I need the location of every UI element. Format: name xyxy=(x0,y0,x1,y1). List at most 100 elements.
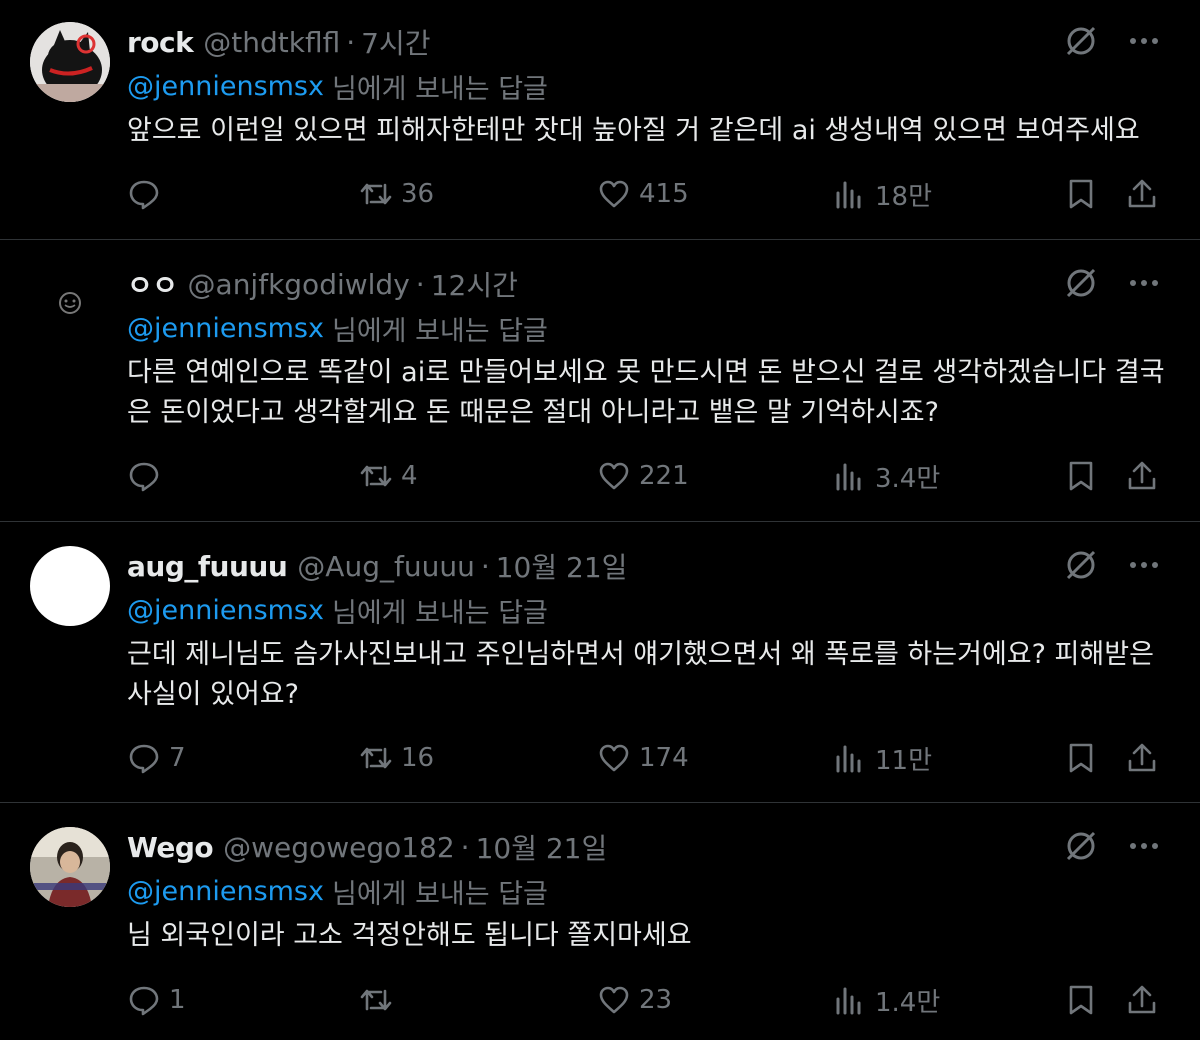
tweet-header: rock @thdtkflfl · 7시간 xyxy=(127,22,430,62)
like-icon xyxy=(599,462,629,490)
like-icon xyxy=(599,744,629,772)
reply-mention-link[interactable]: @jenniensmsx xyxy=(127,876,324,907)
reply-count: 7 xyxy=(169,743,186,773)
grok-icon[interactable] xyxy=(1064,266,1098,300)
views-icon xyxy=(836,181,861,209)
share-icon xyxy=(1128,461,1156,490)
retweet-count: 4 xyxy=(401,461,418,491)
timestamp[interactable]: 10월 21일 xyxy=(496,546,628,586)
avatar-photo-image xyxy=(30,827,110,907)
like-button[interactable]: 174 xyxy=(597,736,689,780)
user-handle[interactable]: @anjfkgodiwldy xyxy=(188,268,410,301)
like-icon xyxy=(599,180,629,208)
replying-to: @jenniensmsx 님에게 보내는 답글 xyxy=(127,871,548,911)
share-button[interactable] xyxy=(1126,454,1158,498)
like-button[interactable]: 23 xyxy=(597,978,672,1022)
reply-button[interactable] xyxy=(127,172,169,216)
timestamp[interactable]: 7시간 xyxy=(361,22,430,62)
tweet-actions: 7 16 174 11만 xyxy=(127,736,1167,780)
like-count: 415 xyxy=(639,179,689,209)
user-handle[interactable]: @Aug_fuuuu xyxy=(297,550,475,583)
display-name[interactable]: rock xyxy=(127,26,194,59)
like-button[interactable]: 415 xyxy=(597,172,689,216)
views-button[interactable]: 18만 xyxy=(833,172,932,216)
reply-mention-link[interactable]: @jenniensmsx xyxy=(127,71,324,102)
grok-icon[interactable] xyxy=(1064,548,1098,582)
retweet-icon xyxy=(360,183,392,205)
share-button[interactable] xyxy=(1126,978,1158,1022)
views-count: 11만 xyxy=(875,745,933,776)
share-button[interactable] xyxy=(1126,172,1158,216)
display-name[interactable]: Wego xyxy=(127,831,214,864)
bookmark-icon xyxy=(1069,461,1093,491)
retweet-icon xyxy=(360,747,392,769)
timestamp[interactable]: 12시간 xyxy=(431,264,518,304)
tweet-text: 앞으로 이런일 있으면 피해자한테만 잣대 높아질 거 같은데 ai 생성내역 … xyxy=(127,115,1140,146)
reply-mention-link[interactable]: @jenniensmsx xyxy=(127,595,324,626)
grok-icon[interactable] xyxy=(1064,829,1098,863)
tweet-top-right-controls xyxy=(1064,548,1160,582)
reply-count: 1 xyxy=(169,985,186,1015)
like-count: 23 xyxy=(639,985,673,1015)
bookmark-icon xyxy=(1069,985,1093,1015)
bookmark-button[interactable] xyxy=(1065,978,1097,1022)
reply-button[interactable]: 7 xyxy=(127,736,186,780)
replying-to: @jenniensmsx 님에게 보내는 답글 xyxy=(127,308,548,348)
user-handle[interactable]: @wegowego182 xyxy=(223,831,455,864)
tweet-actions: 1 23 1.4만 xyxy=(127,978,1167,1022)
views-count: 3.4만 xyxy=(875,463,941,494)
separator-dot: · xyxy=(346,25,356,59)
avatar[interactable] xyxy=(30,546,110,626)
display-name[interactable]: aug_fuuuu xyxy=(127,550,288,583)
like-button[interactable]: 221 xyxy=(597,454,689,498)
retweet-button[interactable]: 4 xyxy=(359,454,418,498)
tweet[interactable]: Wego @wegowego182 · 10월 21일 @jenniensmsx… xyxy=(0,803,1200,1040)
retweet-count: 36 xyxy=(401,179,435,209)
tweet-header: Wego @wegowego182 · 10월 21일 xyxy=(127,827,607,867)
retweet-button[interactable] xyxy=(359,978,401,1022)
tweet[interactable]: ㅇㅇ @anjfkgodiwldy · 12시간 @jenniensmsx 님에… xyxy=(0,240,1200,522)
share-button[interactable] xyxy=(1126,736,1158,780)
grok-icon[interactable] xyxy=(1064,24,1098,58)
bookmark-button[interactable] xyxy=(1065,454,1097,498)
reply-icon xyxy=(129,180,159,210)
tweet[interactable]: rock @thdtkflfl · 7시간 @jenniensmsx 님에게 보… xyxy=(0,0,1200,240)
user-handle[interactable]: @thdtkflfl xyxy=(203,26,340,59)
tweet-top-right-controls xyxy=(1064,829,1160,863)
display-name[interactable]: ㅇㅇ xyxy=(127,264,178,304)
reply-icon xyxy=(129,986,159,1016)
retweet-button[interactable]: 36 xyxy=(359,172,434,216)
timestamp[interactable]: 10월 21일 xyxy=(476,827,608,867)
reply-label: 님에게 보내는 답글 xyxy=(331,597,548,629)
tweet-actions: 36 415 18만 xyxy=(127,172,1167,216)
reply-mention-link[interactable]: @jenniensmsx xyxy=(127,313,324,344)
more-icon[interactable] xyxy=(1128,266,1160,300)
separator-dot: · xyxy=(460,830,470,864)
views-button[interactable]: 3.4만 xyxy=(833,454,940,498)
tweet-header: aug_fuuuu @Aug_fuuuu · 10월 21일 xyxy=(127,546,627,586)
views-button[interactable]: 1.4만 xyxy=(833,978,940,1022)
tweet-actions: 4 221 3.4만 xyxy=(127,454,1167,498)
share-icon xyxy=(1128,985,1156,1014)
reply-button[interactable]: 1 xyxy=(127,978,186,1022)
reply-icon xyxy=(129,744,159,774)
views-count: 18만 xyxy=(875,181,933,212)
reply-button[interactable] xyxy=(127,454,169,498)
tweet[interactable]: aug_fuuuu @Aug_fuuuu · 10월 21일 @jenniens… xyxy=(0,522,1200,803)
views-icon xyxy=(836,463,861,491)
tweet-header: ㅇㅇ @anjfkgodiwldy · 12시간 xyxy=(127,264,518,304)
avatar[interactable] xyxy=(30,262,110,342)
more-icon[interactable] xyxy=(1128,548,1160,582)
avatar[interactable] xyxy=(30,827,110,907)
separator-dot: · xyxy=(480,549,490,583)
avatar[interactable] xyxy=(30,22,110,102)
bookmark-button[interactable] xyxy=(1065,172,1097,216)
views-icon xyxy=(836,987,861,1015)
reply-icon xyxy=(129,462,159,492)
bookmark-button[interactable] xyxy=(1065,736,1097,780)
views-button[interactable]: 11만 xyxy=(833,736,932,780)
more-icon[interactable] xyxy=(1128,24,1160,58)
separator-dot: · xyxy=(415,267,425,301)
retweet-button[interactable]: 16 xyxy=(359,736,434,780)
more-icon[interactable] xyxy=(1128,829,1160,863)
